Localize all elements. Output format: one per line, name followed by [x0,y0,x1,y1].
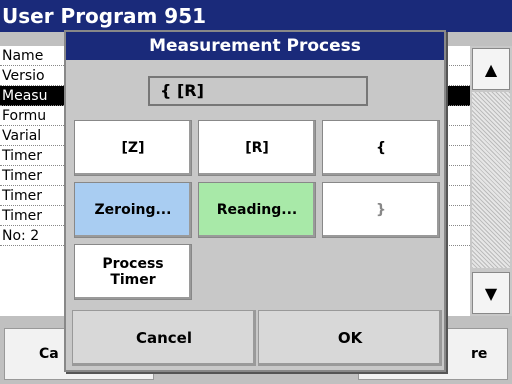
key-open-brace[interactable]: { [322,120,440,176]
key-reading[interactable]: Reading... [198,182,316,238]
scroll-up-button[interactable]: ▲ [472,48,510,90]
arrow-down-icon: ▼ [484,283,498,303]
cancel-button[interactable]: Cancel [72,310,256,366]
scrollbar[interactable]: ▲ ▼ [470,46,512,316]
scroll-down-button[interactable]: ▼ [472,272,510,314]
key-process-timer[interactable]: Process Timer [74,244,192,300]
arrow-up-icon: ▲ [484,59,498,79]
key-zeroing[interactable]: Zeroing... [74,182,192,238]
dialog-title: Measurement Process [66,32,444,60]
screen: User Program 951 Name Versio Measu Formu… [0,0,512,384]
key-z[interactable]: [Z] [74,120,192,176]
window-title: User Program 951 [0,0,512,32]
formula-display: { [R] [148,76,368,106]
ok-button[interactable]: OK [258,310,442,366]
measurement-process-dialog: Measurement Process { [R] [Z] [R] { Zero… [64,30,446,372]
key-r[interactable]: [R] [198,120,316,176]
scroll-track[interactable] [472,92,510,268]
key-close-brace[interactable]: } [322,182,440,238]
